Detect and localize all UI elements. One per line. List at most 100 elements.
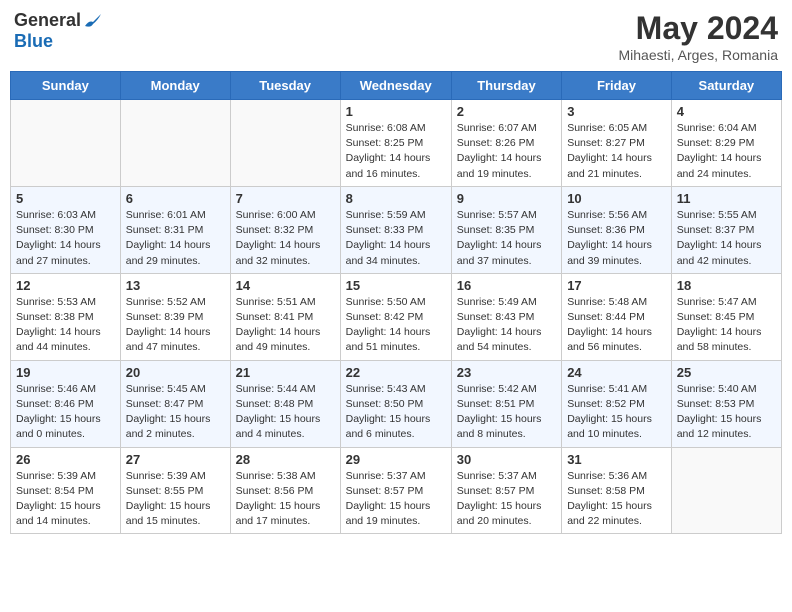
weekday-header-wednesday: Wednesday xyxy=(340,72,451,100)
day-info-line: Daylight: 15 hours xyxy=(567,413,652,425)
day-info-line: Sunrise: 5:39 AM xyxy=(126,470,206,482)
day-number: 23 xyxy=(457,365,556,380)
day-info-line: Daylight: 14 hours xyxy=(16,239,101,251)
day-info: Sunrise: 6:04 AM Sunset: 8:29 PM Daylight:… xyxy=(677,121,776,182)
day-number: 27 xyxy=(126,452,225,467)
day-info-line: and 47 minutes. xyxy=(126,341,201,353)
day-info-line: Sunset: 8:38 PM xyxy=(16,311,94,323)
day-info: Sunrise: 5:40 AMSunset: 8:53 PMDaylight:… xyxy=(677,382,776,443)
day-info: Sunrise: 5:49 AMSunset: 8:43 PMDaylight:… xyxy=(457,295,556,356)
day-info-line: Sunset: 8:57 PM xyxy=(457,485,535,497)
day-info-line: Sunset: 8:30 PM xyxy=(16,224,94,236)
day-info-line: Sunset: 8:48 PM xyxy=(236,398,314,410)
calendar-cell: 6Sunrise: 6:01 AMSunset: 8:31 PMDaylight… xyxy=(120,186,230,273)
day-info: Sunrise: 6:05 AMSunset: 8:27 PMDaylight:… xyxy=(567,121,666,182)
calendar-week-row: 1Sunrise: 6:08 AMSunset: 8:25 PMDaylight… xyxy=(11,100,782,187)
weekday-header-sunday: Sunday xyxy=(11,72,121,100)
day-info-line: and 51 minutes. xyxy=(346,341,421,353)
day-number: 16 xyxy=(457,278,556,293)
calendar-cell: 18Sunrise: 5:47 AMSunset: 8:45 PMDayligh… xyxy=(671,273,781,360)
day-number: 11 xyxy=(677,191,776,206)
day-info-line: Sunset: 8:25 PM xyxy=(346,137,424,149)
day-info: Sunrise: 5:45 AMSunset: 8:47 PMDaylight:… xyxy=(126,382,225,443)
day-info-line: and 19 minutes. xyxy=(457,168,532,180)
day-info-line: Daylight: 14 hours xyxy=(346,239,431,251)
day-info-line: Sunrise: 5:51 AM xyxy=(236,296,316,308)
day-info-line: Sunrise: 5:37 AM xyxy=(457,470,537,482)
day-info-line: Sunrise: 6:05 AM xyxy=(567,122,647,134)
day-number: 20 xyxy=(126,365,225,380)
day-info: Sunrise: 5:48 AMSunset: 8:44 PMDaylight:… xyxy=(567,295,666,356)
calendar-cell: 1Sunrise: 6:08 AMSunset: 8:25 PMDaylight… xyxy=(340,100,451,187)
calendar-cell xyxy=(230,100,340,187)
day-info-line: Daylight: 15 hours xyxy=(457,413,542,425)
calendar-cell: 9Sunrise: 5:57 AMSunset: 8:35 PMDaylight… xyxy=(451,186,561,273)
day-info-line: Sunset: 8:53 PM xyxy=(677,398,755,410)
day-info-line: and 44 minutes. xyxy=(16,341,91,353)
day-info-line: and 42 minutes. xyxy=(677,255,752,267)
calendar-cell: 14 Sunrise: 5:51 AMSunset: 8:41 PMDayligh… xyxy=(230,273,340,360)
day-info-line: and 27 minutes. xyxy=(16,255,91,267)
day-info: Sunrise: 5:50 AMSunset: 8:42 PMDaylight:… xyxy=(346,295,446,356)
day-info: Sunrise: 5:42 AMSunset: 8:51 PMDaylight:… xyxy=(457,382,556,443)
day-info-line: Daylight: 14 hours xyxy=(346,152,431,164)
day-info-line: and 24 minutes. xyxy=(677,168,752,180)
day-info-line: Sunset: 8:45 PM xyxy=(677,311,755,323)
day-info-line: Sunset: 8:32 PM xyxy=(236,224,314,236)
day-number: 2 xyxy=(457,104,556,119)
day-info-line: Sunrise: 5:40 AM xyxy=(677,383,757,395)
calendar-cell: 13Sunrise: 5:52 AMSunset: 8:39 PMDayligh… xyxy=(120,273,230,360)
day-info: Sunrise: 5:46 AMSunset: 8:46 PMDaylight:… xyxy=(16,382,115,443)
calendar-cell: 12Sunrise: 5:53 AMSunset: 8:38 PMDayligh… xyxy=(11,273,121,360)
day-info: Sunrise: 6:03 AM Sunset: 8:30 PM Daylight:… xyxy=(16,208,115,269)
day-info-line: Sunset: 8:27 PM xyxy=(567,137,645,149)
day-info-line: Sunset: 8:52 PM xyxy=(567,398,645,410)
day-info-line: Daylight: 15 hours xyxy=(126,413,211,425)
page-header: General Blue May 2024 Mihaesti, Arges, R… xyxy=(10,10,782,63)
day-info-line: Sunset: 8:29 PM xyxy=(677,137,755,149)
calendar-cell: 26Sunrise: 5:39 AMSunset: 8:54 PMDayligh… xyxy=(11,447,121,534)
day-info-line: Sunset: 8:46 PM xyxy=(16,398,94,410)
day-info: Sunrise: 5:41 AMSunset: 8:52 PMDaylight:… xyxy=(567,382,666,443)
day-info-line: Sunrise: 6:03 AM xyxy=(16,209,96,221)
day-info-line: and 12 minutes. xyxy=(677,428,752,440)
day-info-line: Sunrise: 6:04 AM xyxy=(677,122,757,134)
calendar-cell: 11 Sunrise: 5:55 AMSunset: 8:37 PMDayligh… xyxy=(671,186,781,273)
day-info-line: and 56 minutes. xyxy=(567,341,642,353)
logo-bird-icon xyxy=(83,12,103,30)
day-info-line: and 16 minutes. xyxy=(346,168,421,180)
day-info: Sunrise: 5:43 AMSunset: 8:50 PMDaylight:… xyxy=(346,382,446,443)
day-info-line: Sunset: 8:42 PM xyxy=(346,311,424,323)
day-info-line: and 34 minutes. xyxy=(346,255,421,267)
day-info-line: and 8 minutes. xyxy=(457,428,526,440)
logo-blue-text: Blue xyxy=(14,31,53,52)
day-info: Sunrise: 5:55 AMSunset: 8:37 PMDaylight:… xyxy=(677,208,776,269)
logo: General Blue xyxy=(14,10,103,52)
day-info: Sunrise: 5:51 AMSunset: 8:41 PMDaylight:… xyxy=(236,295,335,356)
day-info-line: Daylight: 15 hours xyxy=(16,413,101,425)
day-info-line: Sunrise: 5:44 AM xyxy=(236,383,316,395)
day-number: 18 xyxy=(677,278,776,293)
day-info: Sunrise: 6:08 AMSunset: 8:25 PMDaylight:… xyxy=(346,121,446,182)
calendar-cell: 24Sunrise: 5:41 AMSunset: 8:52 PMDayligh… xyxy=(562,360,672,447)
day-info-line: Sunset: 8:39 PM xyxy=(126,311,204,323)
calendar-cell: 7Sunrise: 6:00 AMSunset: 8:32 PMDaylight… xyxy=(230,186,340,273)
day-info-line: Daylight: 14 hours xyxy=(457,152,542,164)
day-info-line: and 58 minutes. xyxy=(677,341,752,353)
calendar-cell: 19Sunrise: 5:46 AMSunset: 8:46 PMDayligh… xyxy=(11,360,121,447)
day-number: 26 xyxy=(16,452,115,467)
day-info-line: and 15 minutes. xyxy=(126,515,201,527)
weekday-header-tuesday: Tuesday xyxy=(230,72,340,100)
calendar-cell: 22Sunrise: 5:43 AMSunset: 8:50 PMDayligh… xyxy=(340,360,451,447)
day-info-line: Sunrise: 5:56 AM xyxy=(567,209,647,221)
day-info-line: and 14 minutes. xyxy=(16,515,91,527)
day-info: Sunrise: 5:52 AMSunset: 8:39 PMDaylight:… xyxy=(126,295,225,356)
day-number: 14 xyxy=(236,278,335,293)
day-info-line: Daylight: 14 hours xyxy=(677,152,762,164)
title-section: May 2024 Mihaesti, Arges, Romania xyxy=(618,10,778,63)
day-info-line: and 32 minutes. xyxy=(236,255,311,267)
day-info-line: Sunset: 8:43 PM xyxy=(457,311,535,323)
day-info-line: Sunset: 8:26 PM xyxy=(457,137,535,149)
day-info: Sunrise: 6:00 AMSunset: 8:32 PMDaylight:… xyxy=(236,208,335,269)
day-info-line: Sunset: 8:35 PM xyxy=(457,224,535,236)
